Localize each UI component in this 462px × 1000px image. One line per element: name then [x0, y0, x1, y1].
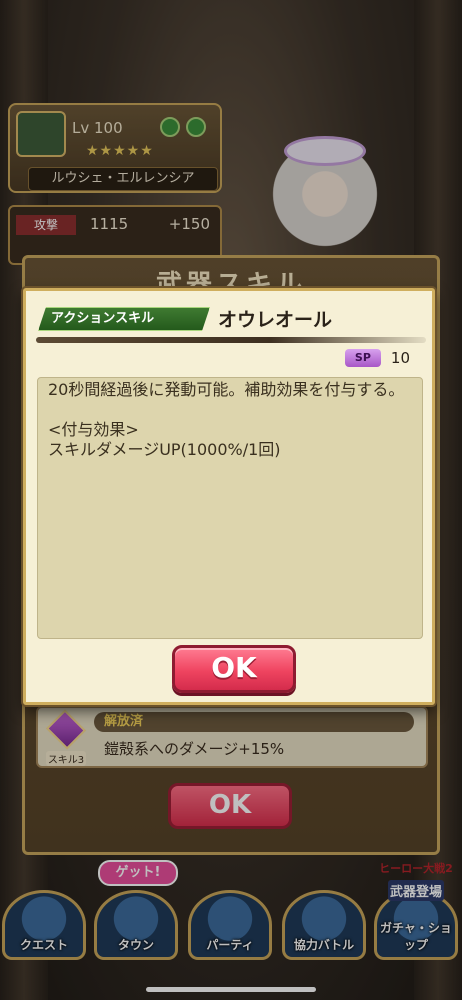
ok-button[interactable]: OK — [172, 645, 296, 693]
skill-type-tag: アクションスキル — [38, 307, 210, 331]
skill-detail-dialog: アクションスキル オウレオール SP 10 20秒間経過後に発動可能。補助効果を… — [23, 288, 435, 705]
sp-value: 10 — [390, 349, 410, 367]
skill-description: 20秒間経過後に発動可能。補助効果を付与する。 <付与効果> スキルダメージUP… — [37, 377, 423, 639]
sp-badge: SP — [344, 349, 381, 367]
skill-name: オウレオール — [218, 309, 333, 331]
title-divider — [36, 337, 426, 343]
sp-cost: SP 10 — [344, 349, 410, 367]
